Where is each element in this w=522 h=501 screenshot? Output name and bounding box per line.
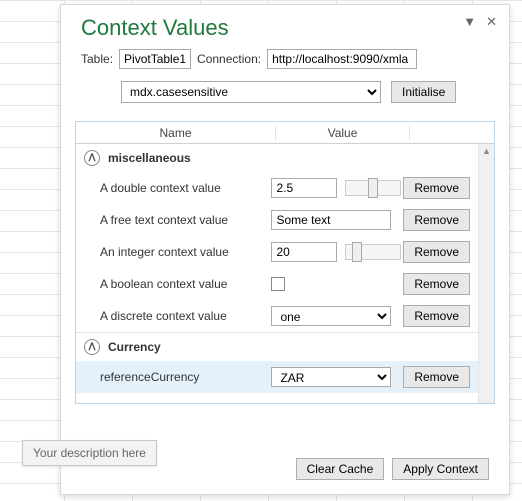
tooltip: Your description here bbox=[22, 440, 157, 466]
group-label-currency: Currency bbox=[108, 340, 161, 354]
connection-input[interactable] bbox=[267, 49, 417, 69]
page-title: Context Values bbox=[81, 15, 493, 41]
group-header-misc: ᐱ miscellaneous bbox=[76, 144, 494, 172]
scrollbar[interactable]: ▲ bbox=[478, 144, 494, 403]
integer-value-input[interactable] bbox=[271, 242, 337, 262]
footer-buttons: Clear Cache Apply Context bbox=[296, 458, 489, 480]
table-connection-row: Table: Connection: bbox=[81, 49, 493, 69]
group-header-currency: ᐱ Currency bbox=[76, 333, 494, 361]
row-name: A boolean context value bbox=[92, 277, 271, 291]
pane-header: Context Values ▼ ✕ Table: Connection: md… bbox=[61, 5, 509, 111]
currency-select[interactable]: ZAR bbox=[271, 367, 391, 387]
remove-button[interactable]: Remove bbox=[403, 273, 470, 295]
dropdown-icon[interactable]: ▼ bbox=[463, 15, 476, 28]
close-icon[interactable]: ✕ bbox=[486, 15, 497, 28]
column-value-header: Value bbox=[276, 126, 410, 140]
row-name: A double context value bbox=[92, 181, 271, 195]
double-slider[interactable] bbox=[345, 180, 401, 196]
row-name: A discrete context value bbox=[92, 309, 271, 323]
scroll-up-icon[interactable]: ▲ bbox=[479, 144, 494, 158]
row-name: A free text context value bbox=[92, 213, 271, 227]
table-label: Table: bbox=[81, 52, 113, 66]
clear-cache-button[interactable]: Clear Cache bbox=[296, 458, 385, 480]
remove-button[interactable]: Remove bbox=[403, 177, 470, 199]
grid-body: ▲ ᐱ miscellaneous A double context value… bbox=[76, 144, 494, 403]
row-name: An integer context value bbox=[92, 245, 271, 259]
remove-button[interactable]: Remove bbox=[403, 241, 470, 263]
chevron-up-icon[interactable]: ᐱ bbox=[84, 339, 100, 355]
group-label-misc: miscellaneous bbox=[108, 151, 191, 165]
chevron-up-icon[interactable]: ᐱ bbox=[84, 150, 100, 166]
remove-button[interactable]: Remove bbox=[403, 305, 470, 327]
property-select[interactable]: mdx.casesensitive bbox=[121, 81, 381, 103]
table-row: A discrete context value one Remove bbox=[76, 300, 494, 332]
remove-button[interactable]: Remove bbox=[403, 209, 470, 231]
table-row: An integer context value Remove bbox=[76, 236, 494, 268]
context-grid: Name Value ▲ ᐱ miscellaneous A double co… bbox=[75, 121, 495, 404]
connection-label: Connection: bbox=[197, 52, 261, 66]
double-value-input[interactable] bbox=[271, 178, 337, 198]
column-name-header: Name bbox=[76, 126, 276, 140]
property-row: mdx.casesensitive Initialise bbox=[81, 81, 493, 103]
row-name: referenceCurrency bbox=[92, 370, 271, 384]
text-value-input[interactable] bbox=[271, 210, 391, 230]
context-values-pane: Context Values ▼ ✕ Table: Connection: md… bbox=[60, 4, 510, 495]
discrete-select[interactable]: one bbox=[271, 306, 391, 326]
table-row: A boolean context value Remove bbox=[76, 268, 494, 300]
integer-slider[interactable] bbox=[345, 244, 401, 260]
table-row: A free text context value Remove bbox=[76, 204, 494, 236]
table-input[interactable] bbox=[119, 49, 191, 69]
grid-header: Name Value bbox=[76, 122, 494, 144]
boolean-checkbox[interactable] bbox=[271, 277, 285, 291]
initialise-button[interactable]: Initialise bbox=[391, 81, 456, 103]
remove-button[interactable]: Remove bbox=[403, 366, 470, 388]
table-row: referenceCurrency ZAR Remove bbox=[76, 361, 494, 393]
table-row: A double context value Remove bbox=[76, 172, 494, 204]
apply-context-button[interactable]: Apply Context bbox=[392, 458, 489, 480]
